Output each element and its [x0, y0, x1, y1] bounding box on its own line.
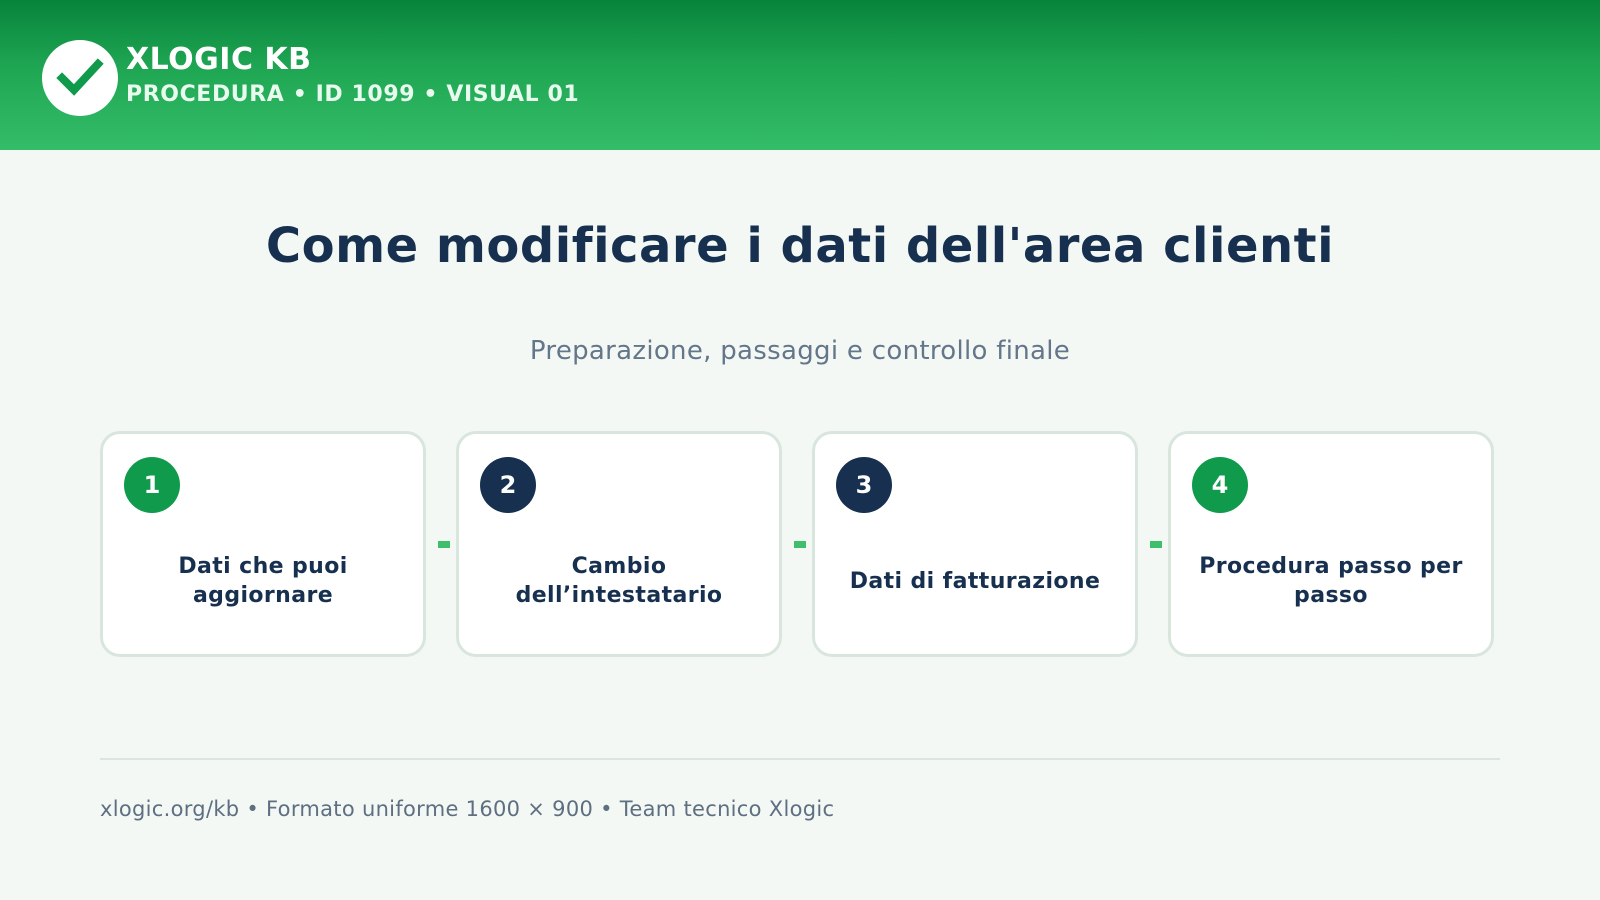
step-card-1: 1 Dati che puoi aggiornare [100, 431, 426, 657]
brand-name: XLOGIC KB [126, 42, 312, 77]
step-label: Procedura passo per passo [1199, 554, 1463, 608]
step-label: Dati di fatturazione [849, 568, 1101, 594]
footer-divider [100, 758, 1500, 760]
checkmark-icon [56, 58, 104, 96]
footer-text: xlogic.org/kb • Formato uniforme 1600 × … [100, 797, 835, 821]
step-number-badge: 2 [480, 457, 536, 513]
step-connector [794, 541, 806, 548]
step-card-2: 2 Cambio dell’intestatario [456, 431, 782, 657]
step-label: Dati che puoi aggiornare [178, 554, 348, 608]
step-label: Cambio dell’intestatario [515, 554, 723, 608]
step-number-badge: 3 [836, 457, 892, 513]
step-connector [438, 541, 450, 548]
header-banner: XLOGIC KB PROCEDURA • ID 1099 • VISUAL 0… [0, 0, 1600, 150]
logo-badge [42, 40, 118, 116]
step-number-badge: 4 [1192, 457, 1248, 513]
step-card-3: 3 Dati di fatturazione [812, 431, 1138, 657]
step-card-4: 4 Procedura passo per passo [1168, 431, 1494, 657]
step-number-badge: 1 [124, 457, 180, 513]
step-connector [1150, 541, 1162, 548]
page-subtitle: Preparazione, passaggi e controllo final… [529, 336, 1071, 366]
brand-subline: PROCEDURA • ID 1099 • VISUAL 01 [126, 82, 580, 107]
page-title: Come modificare i dati dell'area clienti [265, 218, 1335, 274]
